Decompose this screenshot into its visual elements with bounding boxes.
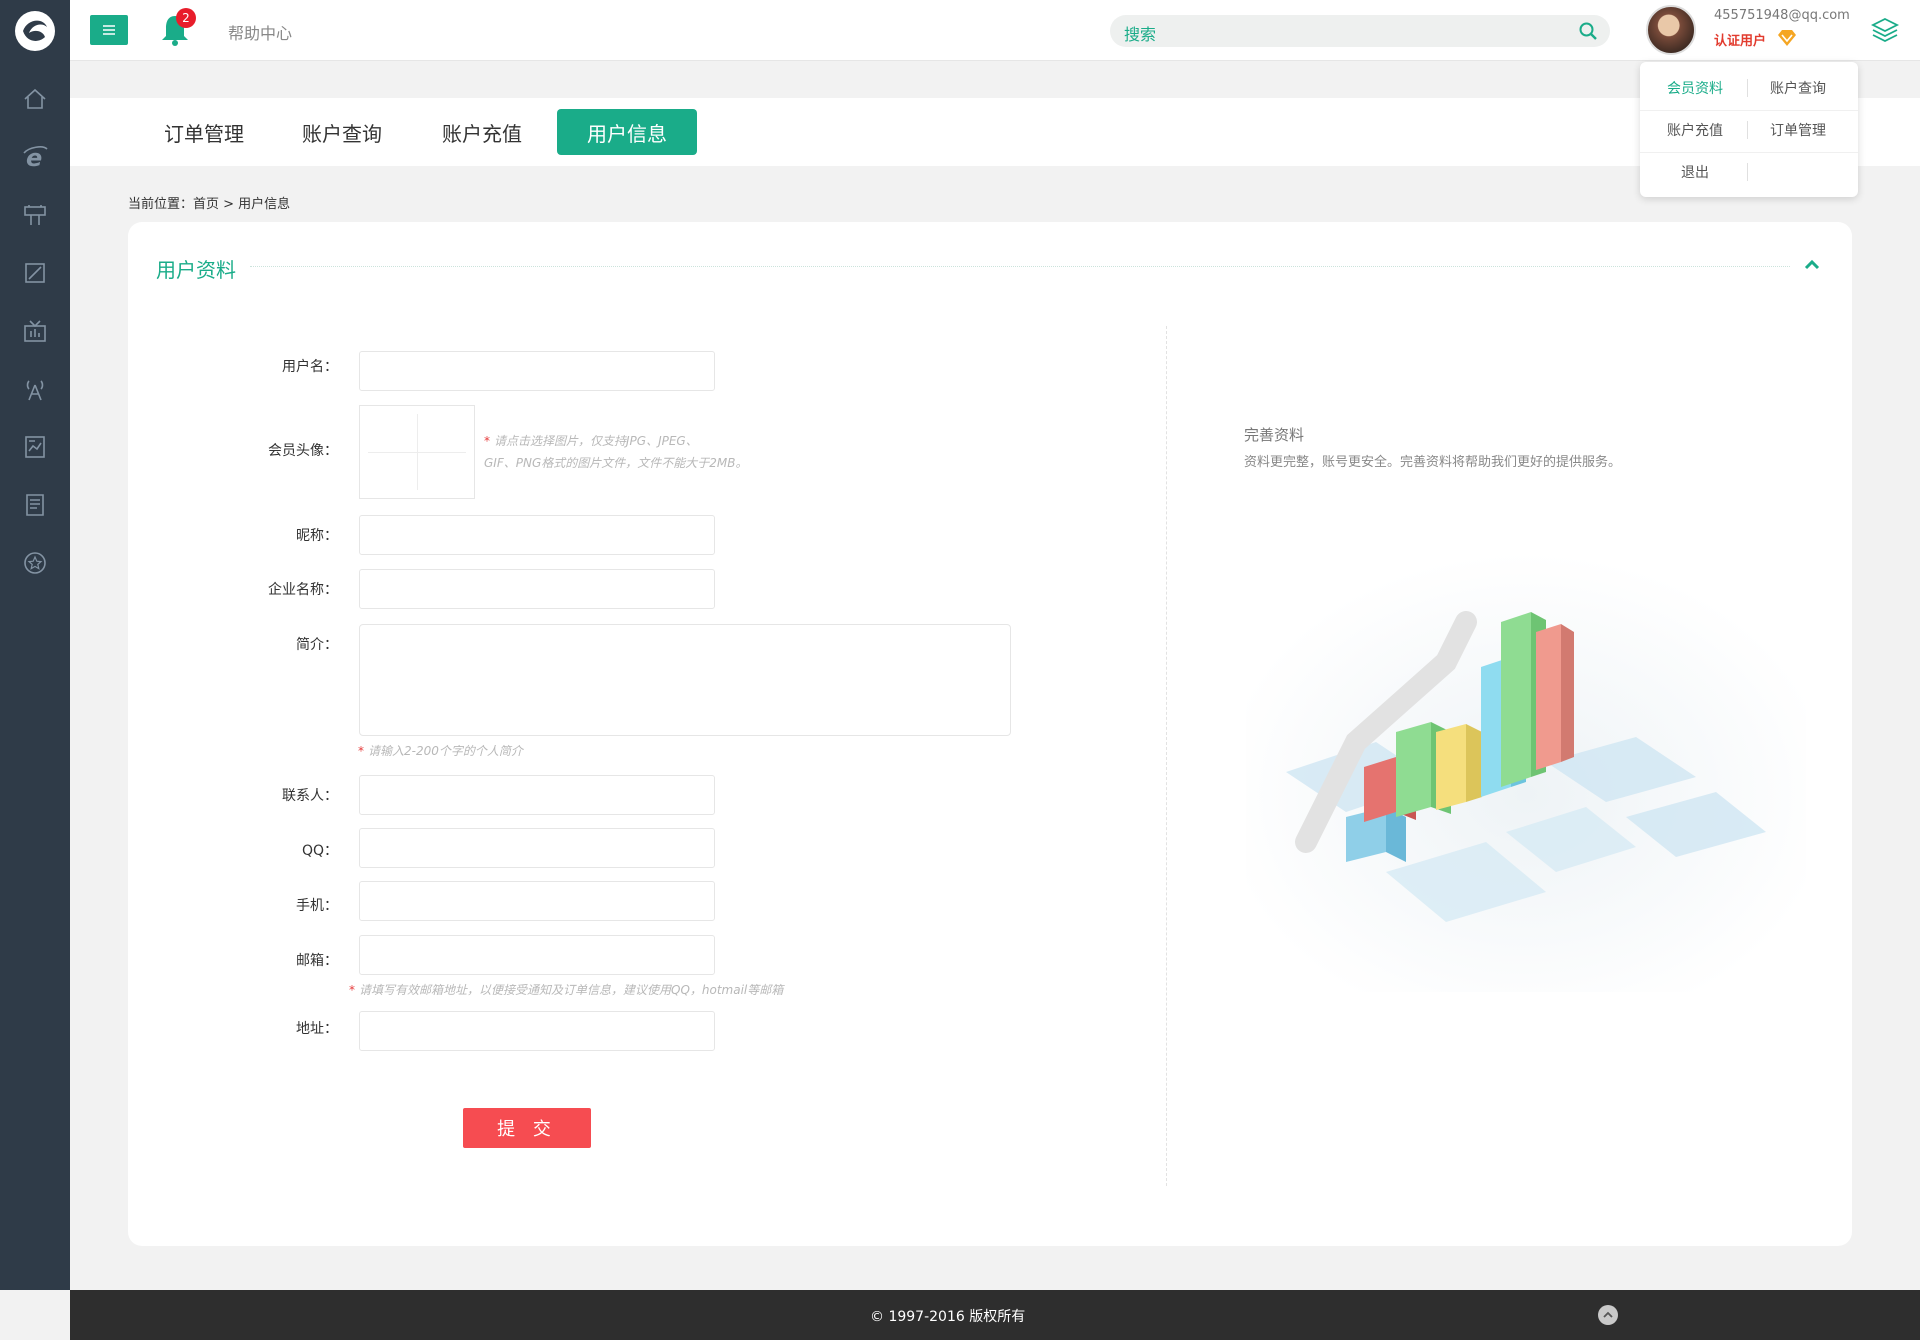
side-info-description: 资料更完整，账号更安全。完善资料将帮助我们更好的提供服务。 xyxy=(1244,455,1622,470)
menu-item-account-query[interactable]: 账户查询 xyxy=(1748,70,1848,106)
footer: © 1997-2016 版权所有 xyxy=(70,1290,1920,1340)
title-divider xyxy=(250,266,1790,267)
browser-icon: e xyxy=(23,144,48,171)
chevron-up-icon xyxy=(1603,1311,1613,1318)
document-edit-icon xyxy=(25,263,45,283)
tab-order-management[interactable]: 订单管理 xyxy=(144,109,264,155)
logo-icon xyxy=(15,10,55,51)
topbar: 2 帮助中心 搜索 455751948@qq.com 认证用户 xyxy=(70,0,1920,61)
required-mark: * xyxy=(358,744,364,758)
panel-title: 用户资料 xyxy=(156,258,236,282)
sidebar-item-notes[interactable] xyxy=(0,476,70,534)
required-mark: * xyxy=(349,983,355,997)
sidebar-item-document[interactable] xyxy=(0,244,70,302)
required-mark: * xyxy=(484,434,490,448)
user-email: 455751948@qq.com xyxy=(1714,8,1850,23)
nickname-field[interactable] xyxy=(359,515,715,555)
address-field[interactable] xyxy=(359,1011,715,1051)
tv-icon xyxy=(24,320,46,342)
search-placeholder: 搜索 xyxy=(1124,25,1157,44)
email-hint-text: 请填写有效邮箱地址，以便接受通知及订单信息，建议使用QQ，hotmail等邮箱 xyxy=(359,983,784,997)
phone-label: 手机： xyxy=(296,898,338,914)
sidebar-item-star[interactable] xyxy=(0,534,70,592)
chevron-up-icon[interactable] xyxy=(1804,258,1820,270)
avatar[interactable] xyxy=(1646,5,1696,55)
vertical-divider xyxy=(1166,326,1167,1186)
notes-icon xyxy=(26,494,44,516)
home-icon xyxy=(24,88,46,109)
nickname-label: 昵称： xyxy=(296,528,338,544)
copyright: © 1997-2016 版权所有 xyxy=(870,1309,1026,1325)
chart-report-icon xyxy=(25,436,45,458)
avatar-hint-line2: GIF、PNG格式的图片文件，文件不能大于2MB。 xyxy=(484,456,748,470)
signpost-icon xyxy=(24,205,46,225)
hamburger-icon xyxy=(103,25,115,35)
menu-divider xyxy=(1747,163,1748,181)
intro-hint: * 请输入2-200个字的个人简介 xyxy=(358,740,523,762)
contact-label: 联系人： xyxy=(282,788,338,804)
sidebar-item-tv[interactable] xyxy=(0,302,70,360)
qq-label: QQ： xyxy=(301,843,338,859)
user-profile-card: 用户资料 用户名： 会员头像： * 请点击选择图片，仅支持JPG、JPEG、 GI… xyxy=(128,222,1852,1246)
email-field[interactable] xyxy=(359,935,715,975)
qq-field[interactable] xyxy=(359,828,715,868)
notification-badge: 2 xyxy=(176,8,196,28)
submit-button[interactable]: 提 交 xyxy=(463,1108,591,1148)
layers-icon[interactable] xyxy=(1870,16,1900,44)
antenna-icon xyxy=(26,380,44,401)
intro-hint-text: 请输入2-200个字的个人简介 xyxy=(368,744,523,758)
phone-field[interactable] xyxy=(359,881,715,921)
menu-separator xyxy=(1640,110,1858,111)
contact-field[interactable] xyxy=(359,775,715,815)
avatar-hint-line1: 请点击选择图片，仅支持JPG、JPEG、 xyxy=(494,434,698,448)
sidebar-item-signpost[interactable] xyxy=(0,186,70,244)
back-to-top-button[interactable] xyxy=(1598,1305,1618,1325)
sidebar-item-browser[interactable]: e xyxy=(0,128,70,186)
side-info-title: 完善资料 xyxy=(1244,426,1305,444)
email-label: 邮箱： xyxy=(296,953,338,969)
breadcrumb: 当前位置：首页 > 用户信息 xyxy=(128,197,291,212)
star-badge-icon xyxy=(24,552,46,574)
sidebar-item-report[interactable] xyxy=(0,418,70,476)
sidebar-item-home[interactable] xyxy=(0,70,70,128)
menu-item-logout[interactable]: 退出 xyxy=(1645,154,1745,190)
user-role-badge: 认证用户 xyxy=(1714,34,1767,49)
menu-item-account-recharge[interactable]: 账户充值 xyxy=(1645,112,1745,148)
intro-textarea[interactable] xyxy=(359,624,1011,736)
tab-account-query[interactable]: 账户查询 xyxy=(282,109,402,155)
avatar-hint: * 请点击选择图片，仅支持JPG、JPEG、 GIF、PNG格式的图片文件，文件不… xyxy=(484,430,747,474)
menu-toggle-button[interactable] xyxy=(90,15,128,45)
sidebar-item-antenna[interactable] xyxy=(0,360,70,418)
avatar-upload[interactable] xyxy=(359,405,475,499)
intro-label: 简介： xyxy=(296,637,338,653)
user-dropdown-menu: 会员资料 账户查询 账户充值 订单管理 退出 xyxy=(1640,62,1858,197)
chart-illustration xyxy=(1246,552,1806,992)
logo[interactable] xyxy=(0,0,70,61)
sidebar: e xyxy=(0,0,70,1290)
help-center-link[interactable]: 帮助中心 xyxy=(228,20,292,44)
avatar-label: 会员头像： xyxy=(268,443,338,459)
vip-diamond-icon xyxy=(1778,30,1796,46)
company-label: 企业名称： xyxy=(268,582,338,598)
search-icon[interactable] xyxy=(1578,21,1598,41)
upload-plus-v xyxy=(417,414,418,490)
menu-item-order-management[interactable]: 订单管理 xyxy=(1748,112,1848,148)
company-field[interactable] xyxy=(359,569,715,609)
menu-separator xyxy=(1640,152,1858,153)
email-hint: * 请填写有效邮箱地址，以便接受通知及订单信息，建议使用QQ，hotmail等邮箱 xyxy=(349,979,783,1001)
username-label: 用户名： xyxy=(282,359,338,375)
tab-user-info[interactable]: 用户信息 xyxy=(557,109,697,155)
username-field[interactable] xyxy=(359,351,715,391)
search-input[interactable]: 搜索 xyxy=(1110,15,1610,47)
tab-account-recharge[interactable]: 账户充值 xyxy=(422,109,542,155)
address-label: 地址： xyxy=(296,1021,338,1037)
menu-item-member-profile[interactable]: 会员资料 xyxy=(1645,70,1745,106)
